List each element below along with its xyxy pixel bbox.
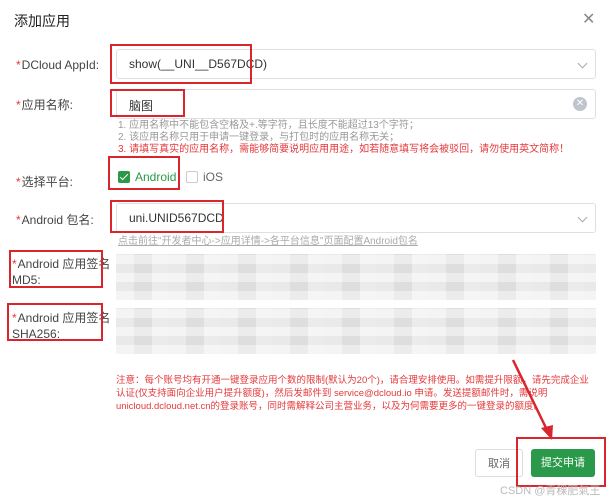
- dialog-title: 添加应用: [14, 13, 70, 29]
- sha256-label-line2: SHA256:: [12, 327, 61, 341]
- watermark: CSDN @青稞肥氣王: [500, 485, 601, 497]
- app-name-label: *应用名称:: [16, 98, 74, 112]
- md5-label: *Android 应用签名 MD5:: [12, 257, 111, 287]
- appid-label: *DCloud AppId:: [16, 58, 100, 72]
- chevron-down-icon: [577, 212, 588, 223]
- md5-textarea-blurred[interactable]: [116, 254, 596, 300]
- appid-label-text: DCloud AppId:: [21, 58, 100, 72]
- sha256-label: *Android 应用签名 SHA256:: [12, 311, 111, 341]
- platform-ios-label: iOS: [203, 170, 224, 184]
- quota-note: 注意：每个账号均有开通一键登录应用个数的限制(默认为20个)，请合理安排使用。如…: [116, 375, 589, 412]
- checkbox-unchecked-icon: [186, 171, 198, 183]
- platform-label-text: 选择平台:: [21, 175, 74, 189]
- sha256-label-line1: Android 应用签名: [17, 311, 111, 325]
- package-select[interactable]: uni.UNID567DCD: [116, 203, 596, 233]
- md5-label-line2: MD5:: [12, 273, 41, 287]
- package-config-link[interactable]: 点击前往"开发者中心->应用详情->各平台信息"页面配置Android包名: [118, 232, 418, 247]
- app-name-label-text: 应用名称:: [21, 98, 74, 112]
- app-name-value: 脑图: [129, 99, 154, 113]
- package-label: *Android 包名:: [16, 213, 94, 227]
- package-value: uni.UNID567DCD: [129, 211, 224, 225]
- appid-select[interactable]: show(__UNI__D567DCD): [116, 49, 596, 79]
- submit-button[interactable]: 提交申请: [531, 449, 595, 477]
- platform-label: *选择平台:: [16, 175, 74, 189]
- platform-ios-checkbox[interactable]: iOS: [186, 170, 223, 184]
- clear-icon[interactable]: ✕: [573, 97, 587, 111]
- md5-label-line1: Android 应用签名: [17, 257, 111, 271]
- cancel-button[interactable]: 取消: [475, 449, 523, 477]
- package-label-text: Android 包名:: [21, 213, 94, 227]
- appid-value: show(__UNI__D567DCD): [129, 57, 268, 71]
- sha256-textarea-blurred[interactable]: [116, 308, 596, 354]
- add-app-dialog: 添加应用 ✕ *DCloud AppId: show(__UNI__D567DC…: [0, 0, 610, 500]
- chevron-down-icon: [577, 58, 588, 69]
- platform-android-checkbox[interactable]: Android: [118, 170, 176, 184]
- checkbox-checked-icon: [118, 171, 130, 183]
- platform-android-label: Android: [135, 170, 177, 184]
- app-name-warning: 3. 请填写真实的应用名称，需能够简要说明应用用途，如若随意填写将会被驳回，请勿…: [118, 144, 570, 155]
- app-name-input[interactable]: 脑图 ✕: [116, 89, 596, 119]
- close-icon[interactable]: ✕: [582, 9, 595, 29]
